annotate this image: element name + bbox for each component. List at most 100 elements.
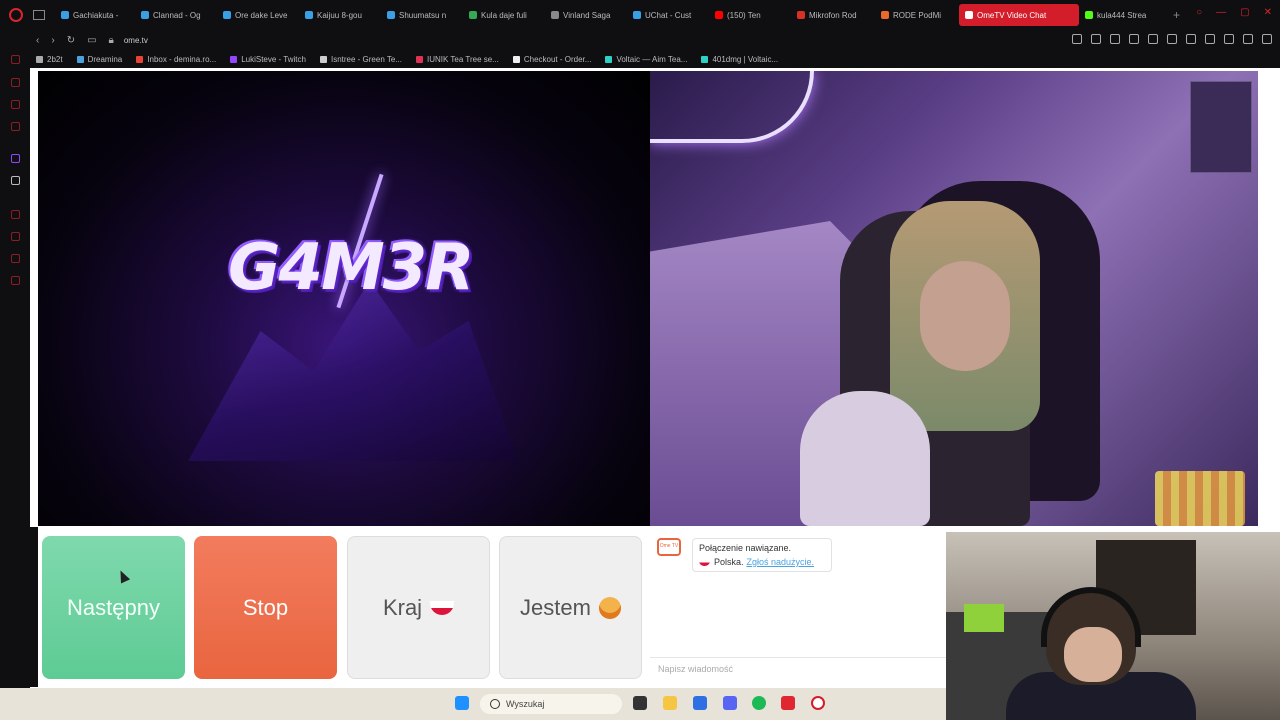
ai-icon[interactable] [1243, 34, 1253, 44]
tab-kaijuu[interactable]: Kaijuu 8-gou [299, 4, 381, 26]
tab-shuumatsu[interactable]: Shuumatsu n [381, 4, 463, 26]
sidebar-settings-icon[interactable] [11, 276, 20, 285]
reload-icon[interactable]: ↻ [67, 35, 75, 46]
country-line: Polska. Zgłoś nadużycie. [699, 557, 825, 567]
bookmark-label: 2b2t [47, 54, 63, 64]
bookmark-favicon-icon [76, 55, 84, 63]
chat-message-input[interactable]: Napisz wiadomość [650, 657, 946, 679]
opera-taskbar-icon[interactable] [811, 696, 825, 710]
wall-poster [1190, 81, 1252, 173]
bookmark-label: Checkout - Order... [523, 54, 592, 64]
back-icon[interactable]: ‹ [36, 35, 39, 46]
sidebar-messenger-icon[interactable] [11, 100, 20, 109]
easy-setup-icon[interactable] [1262, 34, 1272, 44]
bookmark-voltaic-aim[interactable]: Voltaic — Aim Tea... [605, 55, 687, 64]
discord-icon[interactable] [723, 696, 737, 710]
country-button-label: Kraj [382, 594, 423, 620]
close-icon[interactable]: ✕ [1264, 7, 1272, 18]
tab-label: Gachiakuta - [73, 10, 119, 20]
tab-favicon-icon [305, 11, 313, 19]
bookmark-dreamina[interactable]: Dreamina [76, 54, 123, 64]
tab-clannad[interactable]: Clannad - Og [135, 4, 217, 26]
gender-button[interactable]: Jestem [499, 536, 642, 679]
tab-gachiakuta[interactable]: Gachiakuta - [55, 4, 135, 26]
app-red-icon[interactable] [781, 696, 795, 710]
bookmark-isntree[interactable]: Isntree - Green Te... [319, 55, 402, 64]
sidebar-x-icon[interactable] [11, 176, 20, 185]
sidebar-twitch-icon[interactable] [11, 154, 20, 163]
spotify-icon[interactable] [752, 696, 766, 710]
youtube-icon [715, 11, 723, 19]
tab-ometv[interactable]: OmeTV Video Chat [959, 4, 1079, 26]
windows-start-icon[interactable] [455, 696, 469, 710]
minimize-icon[interactable]: — [1216, 7, 1226, 18]
maximize-icon[interactable]: ▢ [1240, 7, 1249, 18]
forward-icon[interactable]: › [51, 35, 54, 46]
search-tabs-icon[interactable]: ○ [1196, 7, 1202, 18]
bookmark-2b2t[interactable]: 2b2t [36, 55, 63, 64]
tab-ore-dake[interactable]: Ore dake Leve [217, 4, 299, 26]
bookmark-gmail[interactable]: Inbox - demina.ro... [136, 55, 216, 64]
tab-uchat[interactable]: UChat - Cust [627, 4, 709, 26]
workspaces-icon[interactable] [33, 10, 45, 20]
woman-emoji-icon [598, 596, 621, 619]
sidebar-home-icon[interactable] [11, 55, 20, 64]
taskbar-search-label: Wyszukaj [506, 699, 545, 709]
url-field[interactable]: ome.tv [124, 36, 148, 45]
bookmark-favicon-icon [415, 55, 423, 63]
taskbar-search[interactable]: Wyszukaj [480, 694, 622, 714]
window-controls: ○ — ▢ ✕ [1196, 7, 1272, 18]
tab-label: UChat - Cust [645, 10, 692, 20]
tab-label: RODE PodMi [893, 10, 942, 20]
bookmark-label: Inbox - demina.ro... [147, 54, 217, 64]
camera-icon[interactable]: ▭ [87, 35, 96, 46]
tab-favicon-icon [551, 11, 559, 19]
file-explorer-icon[interactable] [663, 696, 677, 710]
bookmark-label: IUNIK Tea Tree se... [426, 54, 499, 64]
tab-kula-daje[interactable]: Kula daje fuli [463, 4, 545, 26]
bookmark-favicon-icon [319, 55, 327, 63]
bookmark-label: Dreamina [87, 54, 123, 64]
bookmark-icon[interactable] [1072, 34, 1082, 44]
poland-flag-icon [699, 558, 710, 566]
bookmark-checkout[interactable]: Checkout - Order... [512, 54, 592, 64]
heart-icon[interactable] [1167, 34, 1177, 44]
extensions-icon[interactable] [1186, 34, 1196, 44]
download-icon[interactable] [1205, 34, 1215, 44]
sidebar-clock-icon[interactable] [11, 232, 20, 241]
partner-video-feed [650, 71, 1258, 526]
tab-kick-stream[interactable]: kula444 Strea [1079, 4, 1167, 26]
tab-favicon-icon [633, 11, 641, 19]
sidebar-bag-icon[interactable] [11, 78, 20, 87]
tab-vinland-saga[interactable]: Vinland Saga [545, 4, 627, 26]
kick-icon [1085, 11, 1093, 19]
sidebar-extensions-icon[interactable] [11, 254, 20, 263]
tab-youtube[interactable]: (150) Ten [709, 4, 791, 26]
sidebar-history-icon[interactable] [11, 210, 20, 219]
tab-rode[interactable]: RODE PodMi [875, 4, 959, 26]
app-icon[interactable] [693, 696, 707, 710]
adblock-icon[interactable] [1110, 34, 1120, 44]
stop-button[interactable]: Stop [194, 536, 337, 679]
task-view-icon[interactable] [633, 696, 647, 710]
bookmark-twitch[interactable]: LukiSteve - Twitch [230, 55, 306, 64]
opera-menu-icon[interactable] [9, 8, 23, 22]
report-abuse-link[interactable]: Zgłoś nadużycie. [747, 557, 815, 567]
tab-label: Vinland Saga [563, 10, 611, 20]
new-tab-icon[interactable]: + [1173, 8, 1180, 22]
play-icon[interactable] [1148, 34, 1158, 44]
bookmark-voltaic-401[interactable]: 401dmg | Voltaic... [701, 55, 778, 64]
tab-mikrofon[interactable]: Mikrofon Rod [791, 4, 875, 26]
bookmark-iunik[interactable]: IUNIK Tea Tree se... [415, 54, 499, 64]
neon-light [650, 71, 814, 143]
own-video-feed: G4M3R [38, 71, 650, 526]
snapshot-icon[interactable] [1091, 34, 1101, 44]
bookmark-label: LukiSteve - Twitch [241, 54, 306, 64]
tab-label: Ore dake Leve [235, 10, 288, 20]
next-button[interactable]: Następny [42, 536, 185, 679]
tab-label: Shuumatsu n [399, 10, 447, 20]
profile-icon[interactable] [1224, 34, 1234, 44]
vpn-icon[interactable] [1129, 34, 1139, 44]
country-button[interactable]: Kraj [347, 536, 490, 679]
sidebar-app-icon[interactable] [11, 122, 20, 131]
